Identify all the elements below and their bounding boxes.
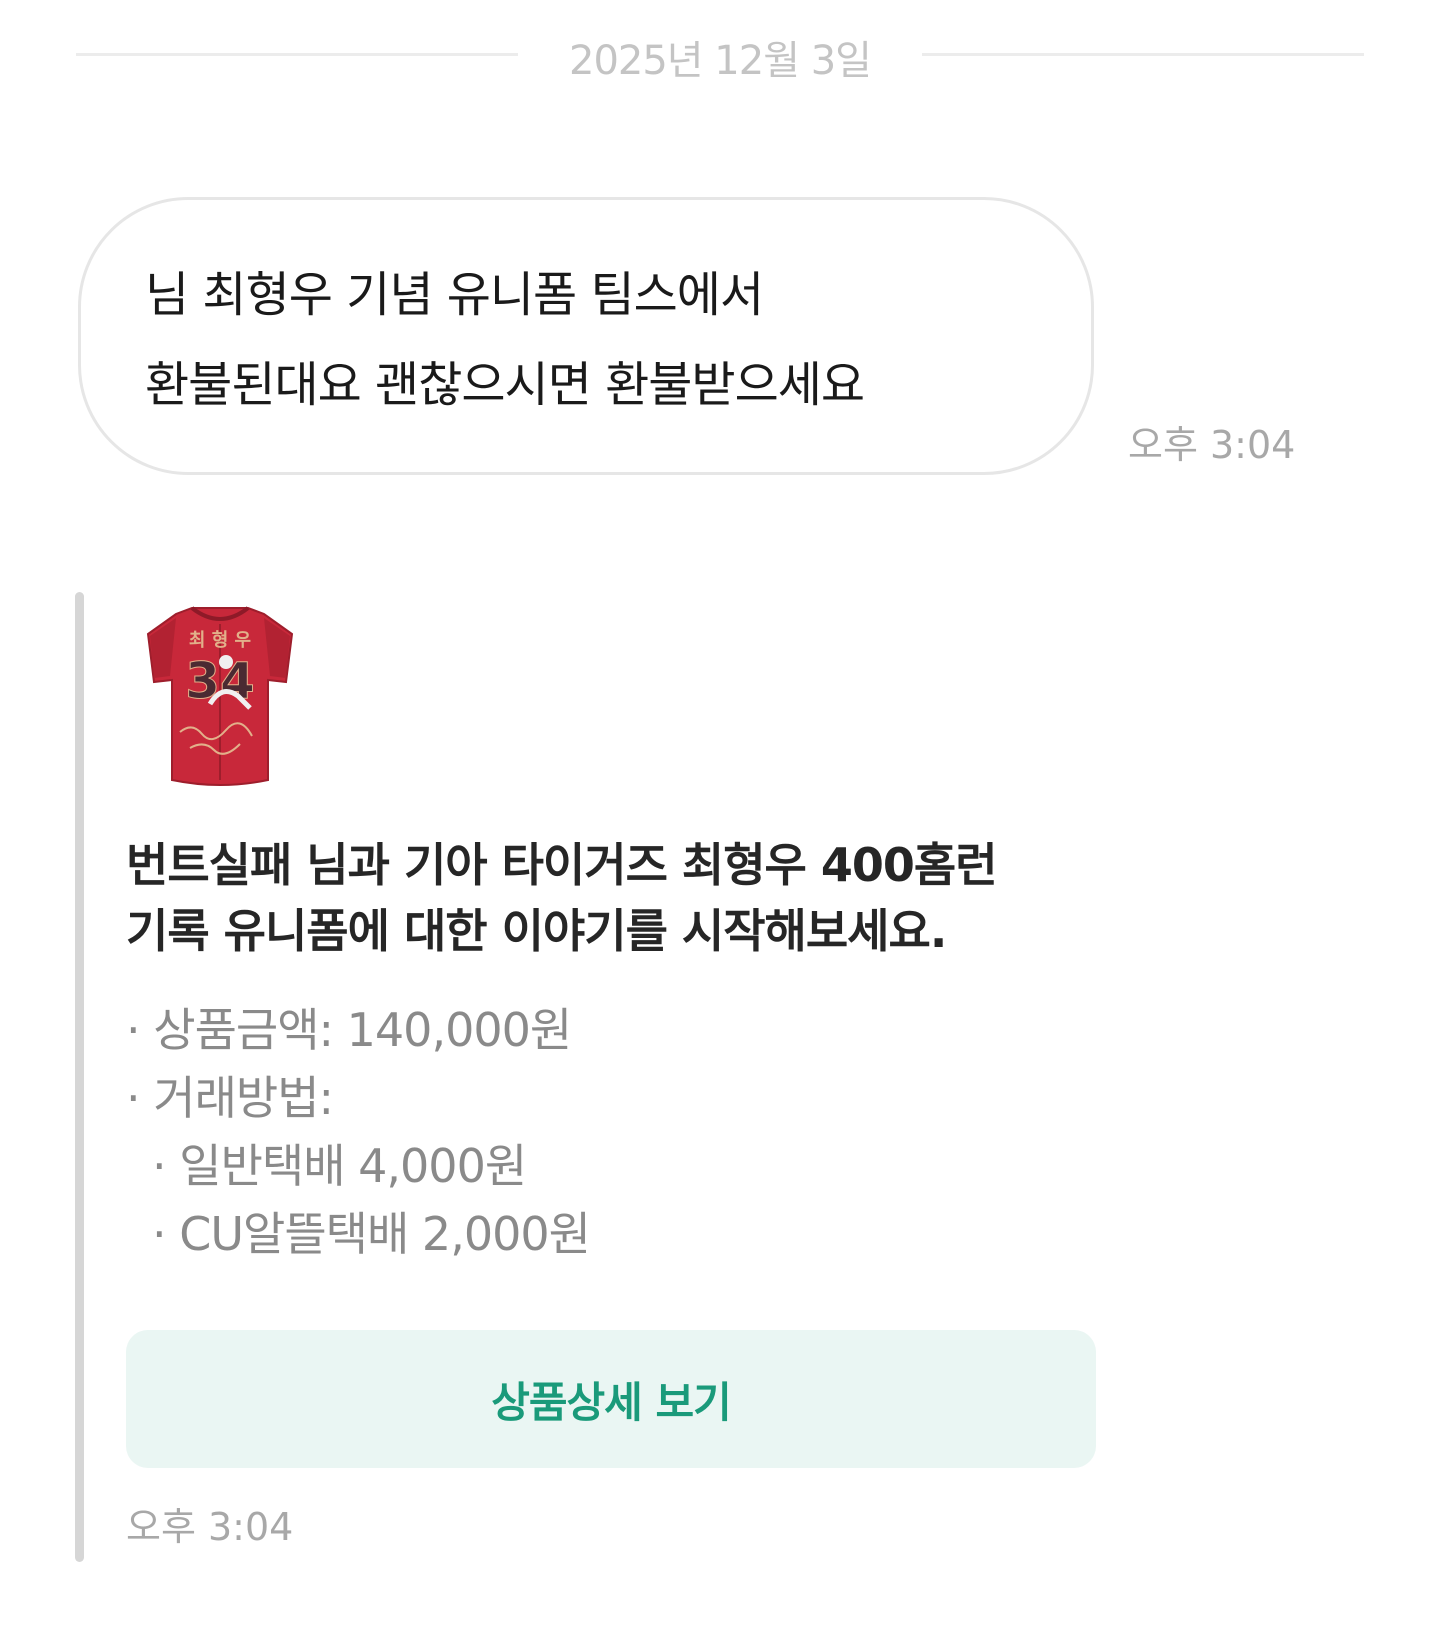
card-timestamp: 오후 3:04: [126, 1505, 294, 1549]
jersey-product-image[interactable]: 최 형 우 34: [140, 604, 300, 794]
date-divider: 2025년 12월 3일: [76, 22, 1364, 86]
red-baseball-jersey-icon: 최 형 우 34: [146, 606, 294, 786]
price-row: · 상품금액: 140,000원: [126, 1003, 572, 1057]
message-line-2: 환불된대요 괜찮으시면 환불받으세요: [145, 357, 865, 413]
shipping-option-standard: · 일반택배 4,000원: [152, 1139, 527, 1193]
trade-method-row: · 거래방법:: [126, 1071, 334, 1125]
card-title-line-2: 기록 유니폼에 대한 이야기를 시작해보세요.: [126, 904, 947, 958]
view-product-details-button[interactable]: 상품상세 보기: [126, 1330, 1096, 1468]
incoming-message-bubble[interactable]: 님 최형우 기념 유니폼 팀스에서 환불된대요 괜찮으시면 환불받으세요: [78, 197, 1094, 475]
message-line-1: 님 최형우 기념 유니폼 팀스에서: [145, 267, 764, 323]
card-title-line-1: 번트실패 님과 기아 타이거즈 최형우 400홈런: [126, 838, 998, 892]
shipping-option-cu: · CU알뜰택배 2,000원: [152, 1207, 591, 1261]
message-timestamp: 오후 3:04: [1128, 423, 1296, 467]
divider-line-right: [922, 53, 1364, 56]
date-label: 2025년 12월 3일: [569, 38, 872, 84]
divider-line-left: [76, 53, 518, 56]
product-card-title: 번트실패 님과 기아 타이거즈 최형우 400홈런 기록 유니폼에 대한 이야기…: [126, 832, 1126, 964]
product-card-accent-bar: [75, 592, 84, 1562]
product-detail-list: · 상품금액: 140,000원 · 거래방법: · 일반택배 4,000원 ·…: [126, 996, 591, 1268]
jersey-name-text: 최 형 우: [189, 630, 251, 651]
